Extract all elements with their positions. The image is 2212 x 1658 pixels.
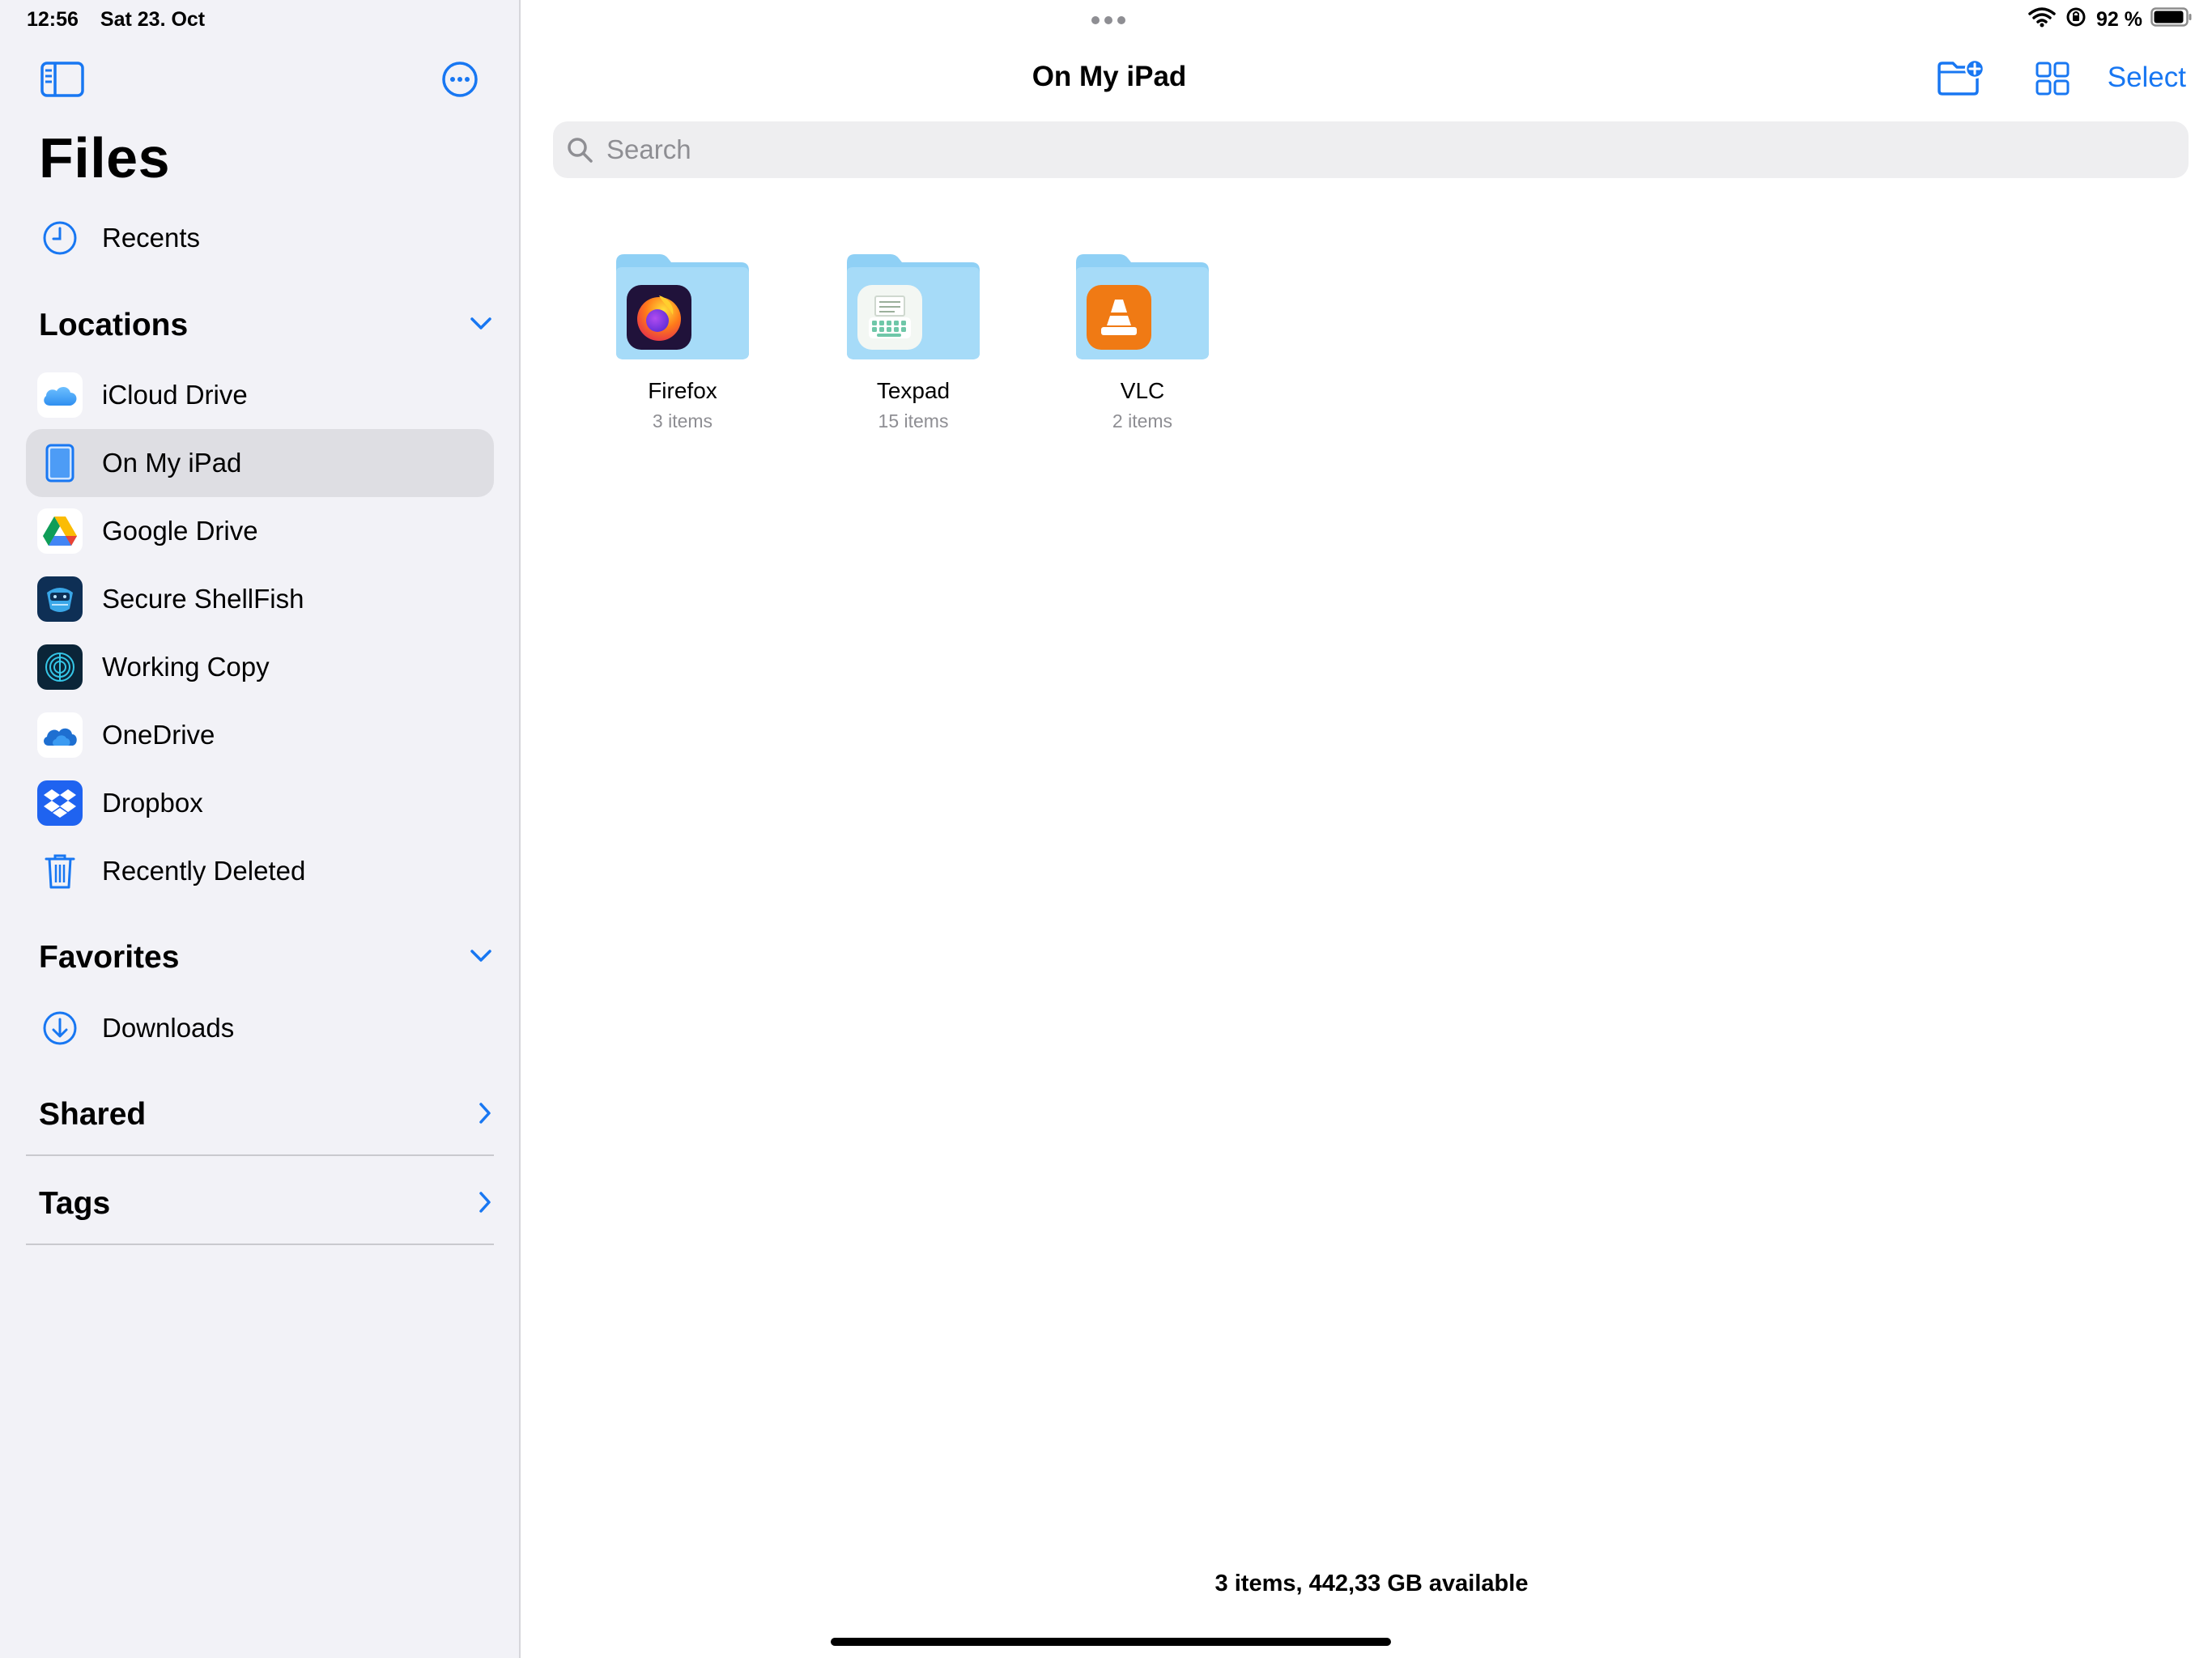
- sidebar-item-recents[interactable]: Recents: [26, 204, 494, 272]
- clock-icon: [37, 215, 83, 261]
- section-title: Favorites: [39, 940, 180, 975]
- sidebar-item-icloud-drive[interactable]: iCloud Drive: [26, 361, 494, 429]
- folder-item-count: 15 items: [878, 410, 949, 432]
- secure-shellfish-icon: [37, 576, 83, 622]
- status-date: Sat 23. Oct: [100, 8, 206, 31]
- folder-name: Texpad: [876, 378, 951, 403]
- folder-item-texpad[interactable]: Texpad 15 items: [820, 251, 1006, 432]
- sidebar-item-secure-shellfish[interactable]: Secure ShellFish: [26, 565, 494, 633]
- search-input[interactable]: [605, 134, 2065, 166]
- chevron-right-icon[interactable]: [478, 1191, 492, 1218]
- chevron-down-icon[interactable]: [470, 949, 492, 967]
- sidebar-item-recently-deleted[interactable]: Recently Deleted: [26, 837, 494, 905]
- working-copy-icon: [37, 644, 83, 690]
- sidebar-item-label: Downloads: [102, 1013, 235, 1043]
- search-bar[interactable]: [553, 121, 2189, 178]
- section-header-locations[interactable]: Locations: [39, 301, 492, 350]
- chevron-down-icon[interactable]: [470, 317, 492, 335]
- status-time: 12:56: [27, 8, 79, 31]
- sidebar-item-onedrive[interactable]: OneDrive: [26, 701, 494, 769]
- battery-percent: 92 %: [2096, 8, 2142, 31]
- section-title: Tags: [39, 1186, 111, 1221]
- sidebar-toggle-icon[interactable]: [40, 62, 84, 101]
- section-divider: [26, 1154, 494, 1156]
- status-bar-left: 12:56 Sat 23. Oct: [27, 8, 221, 32]
- sidebar-item-dropbox[interactable]: Dropbox: [26, 769, 494, 837]
- multitasking-dots-icon[interactable]: [1090, 15, 1127, 30]
- battery-icon: [2150, 7, 2193, 32]
- sidebar-item-on-my-ipad[interactable]: On My iPad: [26, 429, 494, 497]
- dropbox-icon: [37, 780, 83, 826]
- sidebar-item-label: Recently Deleted: [102, 856, 306, 886]
- onedrive-icon: [37, 712, 83, 758]
- folder-name: Firefox: [648, 378, 717, 403]
- section-header-favorites[interactable]: Favorites: [39, 933, 492, 982]
- sidebar-item-label: Google Drive: [102, 516, 258, 546]
- sidebar-item-working-copy[interactable]: Working Copy: [26, 633, 494, 701]
- orientation-lock-icon: [2065, 6, 2087, 33]
- sidebar-item-downloads[interactable]: Downloads: [26, 994, 494, 1062]
- sidebar-item-label: Dropbox: [102, 788, 203, 818]
- sidebar-item-label: iCloud Drive: [102, 380, 248, 410]
- sidebar-item-label: OneDrive: [102, 720, 215, 750]
- section-header-shared[interactable]: Shared: [39, 1090, 492, 1139]
- search-icon: [566, 136, 593, 164]
- more-options-icon[interactable]: [441, 61, 479, 102]
- storage-summary: 3 items, 442,33 GB available: [1214, 1571, 1529, 1596]
- icloud-icon: [37, 372, 83, 418]
- home-indicator[interactable]: [831, 1638, 1391, 1646]
- texpad-icon: [857, 285, 922, 350]
- page-title: On My iPad: [1032, 61, 1187, 92]
- sidebar-item-google-drive[interactable]: Google Drive: [26, 497, 494, 565]
- sidebar-item-label: Recents: [102, 223, 201, 253]
- folder-item-count: 2 items: [1112, 410, 1173, 432]
- ipad-icon: [37, 440, 83, 486]
- google-drive-icon: [37, 508, 83, 554]
- sidebar-title: Files: [39, 126, 171, 189]
- new-folder-icon[interactable]: [1937, 58, 1985, 101]
- chevron-right-icon[interactable]: [478, 1102, 492, 1129]
- firefox-icon: [627, 285, 691, 350]
- sidebar: 12:56 Sat 23. Oct Files Recents Location…: [0, 0, 521, 1658]
- status-bar-right: 92 %: [2028, 6, 2193, 33]
- sidebar-item-label: On My iPad: [102, 448, 242, 478]
- select-button[interactable]: Select: [2108, 62, 2186, 94]
- sidebar-item-label: Secure ShellFish: [102, 584, 304, 614]
- trash-icon: [37, 848, 83, 894]
- download-icon: [37, 1005, 83, 1051]
- section-header-tags[interactable]: Tags: [39, 1180, 492, 1228]
- section-title: Shared: [39, 1097, 147, 1132]
- folder-item-firefox[interactable]: Firefox 3 items: [589, 251, 776, 432]
- section-divider: [26, 1244, 494, 1245]
- sidebar-item-label: Working Copy: [102, 652, 270, 682]
- folder-item-count: 3 items: [652, 410, 713, 432]
- grid-view-icon[interactable]: [2035, 62, 2069, 100]
- folder-name: VLC: [1120, 378, 1165, 403]
- section-title: Locations: [39, 308, 189, 342]
- folder-item-vlc[interactable]: VLC 2 items: [1049, 251, 1236, 432]
- wifi-icon: [2028, 6, 2056, 33]
- vlc-icon: [1087, 285, 1151, 350]
